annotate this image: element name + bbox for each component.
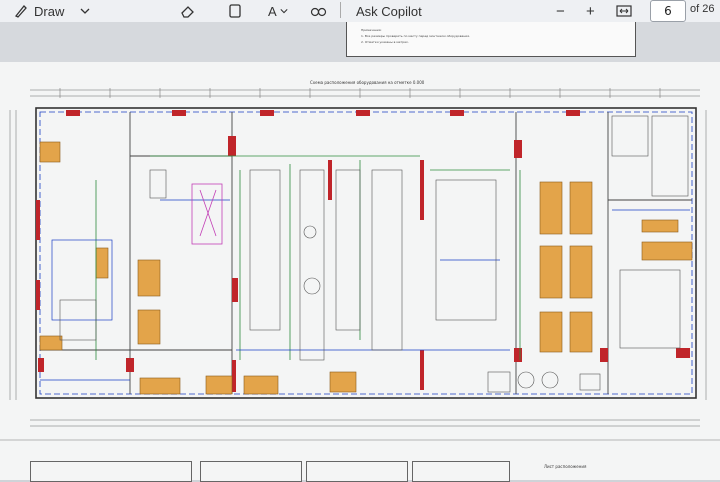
fit-page-icon[interactable]	[616, 2, 632, 20]
zoom-in-button[interactable]: +	[586, 2, 598, 20]
eraser-icon[interactable]	[180, 2, 196, 20]
title-block-cell	[200, 461, 302, 482]
draw-tool-icon[interactable]	[14, 2, 28, 20]
sheet-note: 2. Отметки указаны в метрах.	[361, 40, 409, 44]
sheet-note: 1. Все размеры проверить по месту перед …	[361, 34, 470, 38]
floor-plan-drawing	[0, 88, 720, 441]
title-block-cell	[412, 461, 510, 482]
read-aloud-icon[interactable]	[310, 2, 328, 20]
chevron-down-icon[interactable]	[280, 2, 288, 20]
chevron-down-icon[interactable]	[80, 2, 90, 20]
sheet-note: Примечания:	[361, 28, 382, 32]
title-block-cell	[306, 461, 408, 482]
page-number-input[interactable]: 6	[650, 0, 686, 22]
ask-copilot-button[interactable]: Ask Copilot	[356, 2, 436, 20]
title-block-cell	[30, 461, 192, 482]
page-view-icon[interactable]	[228, 2, 242, 20]
page-total-label: of 26	[690, 3, 715, 15]
toolbar-divider	[340, 2, 341, 18]
zoom-out-button[interactable]: −	[556, 2, 568, 20]
viewer-toolbar: Draw A Ask Copilot − + 6 of 26	[0, 0, 720, 23]
title-block-label: Лист расположения	[544, 464, 587, 469]
previous-sheet-bottom: Примечания: 1. Все размеры проверить по …	[346, 22, 636, 57]
draw-button[interactable]: Draw	[34, 2, 68, 20]
